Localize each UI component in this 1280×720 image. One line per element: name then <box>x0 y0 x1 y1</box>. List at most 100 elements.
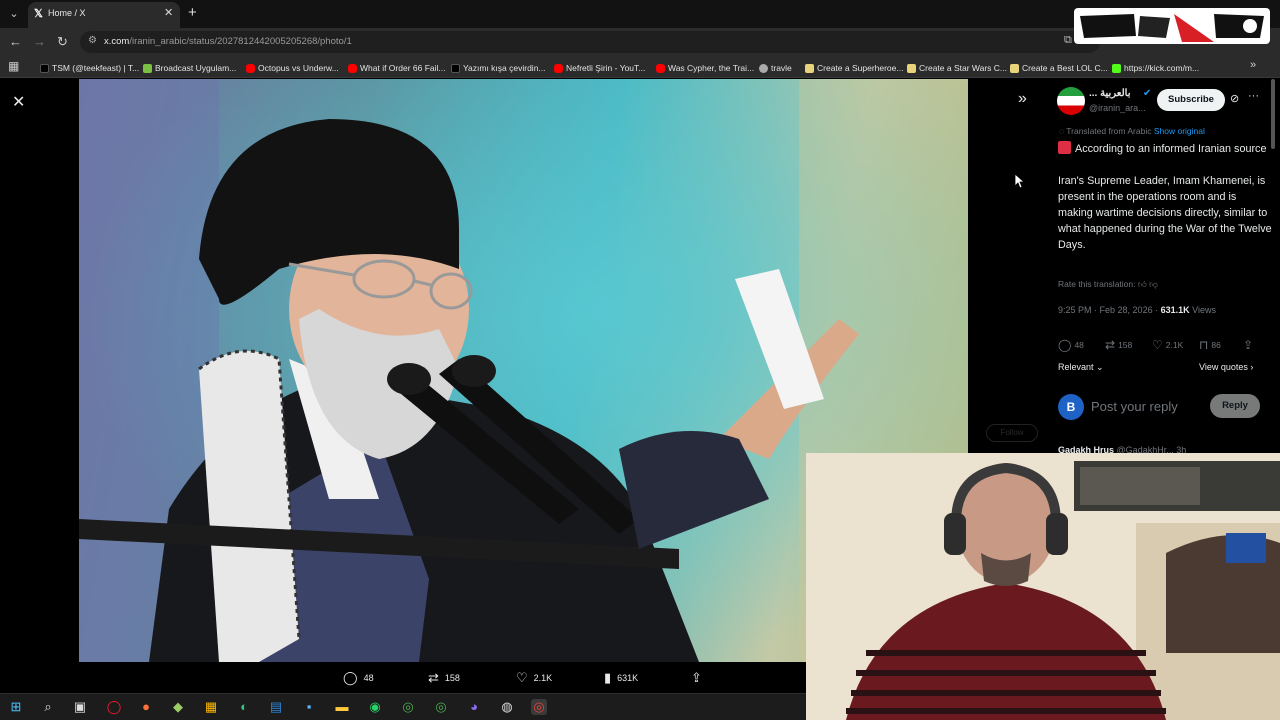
bookmark-item[interactable]: travle <box>759 61 792 75</box>
like-button[interactable]: ♡ 2.1K <box>1152 338 1183 352</box>
photo-action-bar: ◯ 48 ⇄ 158 ♡ 2.1K ▮ 631K ⇪ <box>0 662 806 693</box>
chrome-icon[interactable]: ◎ <box>531 699 547 715</box>
expand-panel-icon[interactable]: » <box>1018 90 1027 108</box>
task-view-icon[interactable]: ▣ <box>72 699 88 715</box>
tab-close-icon[interactable]: ✕ <box>164 6 173 19</box>
chrome-icon[interactable]: ◎ <box>400 699 416 715</box>
grok-icon[interactable]: ⊘ <box>1230 92 1239 105</box>
tiktok-icon <box>40 63 49 73</box>
repost-button[interactable]: ⇄ 158 <box>1105 338 1132 352</box>
reply-input[interactable]: Post your reply <box>1091 399 1178 414</box>
translate-icon[interactable]: ⧉ <box>1064 34 1072 47</box>
chevron-down-icon: ⌄ <box>1096 362 1104 372</box>
tab-home-x[interactable]: 𝕏 Home / X ✕ <box>28 2 180 28</box>
user-avatar[interactable]: B <box>1058 394 1084 420</box>
page-icon <box>907 63 916 73</box>
repost-icon: ⇄ <box>1105 338 1116 352</box>
windows-taskbar: ⊞ ⌕ ▣ ◯ ● ◆ ▦ ◐ ▤ ▪ ▬ ◉ ◎ ◎ ◕ ◍ ◎ <box>0 693 806 720</box>
bookmark-icon: ⊓ <box>1199 338 1209 352</box>
more-options-icon[interactable]: ··· <box>1248 90 1259 102</box>
photo-views-button[interactable]: ▮ 631K <box>604 670 638 686</box>
bookmark-item[interactable]: Nefretli Şirin - YouT... <box>554 61 645 75</box>
thumbs-down-icon[interactable]: 👎︎ <box>1149 279 1158 289</box>
bookmark-item[interactable]: Broadcast Uygulam... <box>143 61 236 75</box>
follow-button-ghost[interactable]: Follow <box>986 424 1038 442</box>
photo-reply-button[interactable]: ◯ 48 <box>343 670 374 686</box>
reply-icon: ◯ <box>1058 338 1072 352</box>
nvidia-icon <box>143 63 152 73</box>
share-button[interactable]: ⇪ <box>1243 338 1253 352</box>
photo-like-button[interactable]: ♡ 2.1K <box>516 670 552 686</box>
tab-title: Home / X <box>48 8 86 18</box>
webcam-feed <box>806 453 1280 720</box>
bookmark-item[interactable]: Create a Best LOL C... <box>1010 61 1108 75</box>
author-handle[interactable]: @iranin_ara... <box>1089 103 1146 113</box>
photo-repost-button[interactable]: ⇄ 158 <box>428 670 460 686</box>
bookmark-item[interactable]: Octopus vs Underw... <box>246 61 339 75</box>
tweet-paragraph: Iran's Supreme Leader, Imam Khamenei, is… <box>1058 175 1272 251</box>
app-icon[interactable]: ◆ <box>170 699 186 715</box>
url-text: x.com/iranin_arabic/status/2027812442005… <box>104 36 352 47</box>
reply-submit-button[interactable]: Reply <box>1210 394 1260 418</box>
app-icon[interactable]: ▪ <box>301 699 317 715</box>
show-original-link[interactable]: Show original <box>1154 126 1205 136</box>
bookmark-item[interactable]: Create a Superheroe... <box>805 61 903 75</box>
bookmark-item[interactable]: https://kick.com/m... <box>1112 61 1199 75</box>
photo-share-button[interactable]: ⇪ <box>691 670 702 686</box>
edge-icon[interactable]: ◐ <box>236 699 252 715</box>
bookmarks-overflow-icon[interactable]: » <box>1250 59 1256 71</box>
app-icon[interactable]: ◍ <box>499 699 515 715</box>
windows-start-icon[interactable]: ⊞ <box>8 699 24 715</box>
tweet-paragraph: According to an informed Iranian source <box>1058 141 1273 157</box>
reply-button[interactable]: ◯ 48 <box>1058 338 1084 352</box>
new-tab-button[interactable]: + <box>188 4 197 21</box>
reply-icon: ◯ <box>343 670 358 685</box>
page-icon <box>805 63 814 73</box>
x-logo-icon: 𝕏 <box>34 8 43 20</box>
back-icon[interactable]: ← <box>9 34 22 49</box>
whatsapp-icon[interactable]: ◉ <box>367 699 383 715</box>
share-icon: ⇪ <box>1243 338 1254 352</box>
tab-search-icon[interactable]: ⌄ <box>4 4 24 24</box>
search-icon[interactable]: ⌕ <box>40 699 56 715</box>
tweet-text: According to an informed Iranian source … <box>1058 141 1273 269</box>
panel-scrollbar[interactable] <box>1271 79 1275 149</box>
address-bar[interactable]: ⚙ x.com/iranin_arabic/status/20278124420… <box>80 31 1100 53</box>
bookmark-item[interactable]: Create a Star Wars C... <box>907 61 1007 75</box>
heart-icon: ♡ <box>1152 338 1163 352</box>
youtube-icon <box>554 63 563 73</box>
youtube-icon <box>656 63 665 73</box>
file-explorer-icon[interactable]: ▬ <box>334 699 350 715</box>
site-info-icon[interactable]: ⚙ <box>88 35 97 46</box>
bookmark-item[interactable]: What if Order 66 Fail... <box>348 61 446 75</box>
rate-translation: Rate this translation: 👍︎ 👎︎ <box>1058 279 1158 289</box>
opera-icon[interactable]: ◯ <box>106 699 122 715</box>
bookmark-button[interactable]: ⊓ 86 <box>1199 338 1221 352</box>
bookmark-item[interactable]: Was Cypher, the Trai... <box>656 61 754 75</box>
discord-icon[interactable]: ◕ <box>466 699 482 715</box>
tweet-panel: ... بالعربية ✔ @iranin_ara... Subscribe … <box>1047 79 1280 454</box>
reload-icon[interactable]: ↻ <box>57 34 68 50</box>
repost-icon: ⇄ <box>428 670 439 685</box>
apps-grid-icon[interactable]: ▦ <box>8 59 19 73</box>
author-name[interactable]: ... بالعربية <box>1089 88 1131 99</box>
bookmark-item[interactable]: TSM (@teekfeast) | T... <box>40 61 139 75</box>
view-quotes-link[interactable]: View quotes › <box>1199 362 1253 372</box>
close-icon[interactable]: ✕ <box>12 92 25 112</box>
red-square-emoji-icon <box>1058 141 1071 154</box>
tweet-actions: ◯ 48 ⇄ 158 ♡ 2.1K ⊓ 86 ⇪ <box>1058 338 1268 356</box>
chevron-right-icon: › <box>1250 362 1254 372</box>
thumbs-up-icon[interactable]: 👍︎ <box>1138 279 1147 289</box>
subscribe-button[interactable]: Subscribe <box>1157 89 1225 111</box>
share-icon: ⇪ <box>691 670 702 685</box>
forward-icon[interactable]: → <box>33 34 46 49</box>
tweet-meta: 9:25 PM · Feb 28, 2026 · 631.1K Views <box>1058 305 1216 315</box>
author-avatar[interactable] <box>1057 87 1085 115</box>
chrome-icon[interactable]: ◎ <box>433 699 449 715</box>
bookmark-item[interactable]: Yazımı kışa çevirdin... <box>451 61 546 75</box>
firefox-icon[interactable]: ● <box>138 699 154 715</box>
store-icon[interactable]: ▦ <box>203 699 219 715</box>
app-icon[interactable]: ▤ <box>268 699 284 715</box>
stream-overlay-logo <box>1074 8 1270 44</box>
sort-dropdown[interactable]: Relevant ⌄ <box>1058 362 1104 373</box>
